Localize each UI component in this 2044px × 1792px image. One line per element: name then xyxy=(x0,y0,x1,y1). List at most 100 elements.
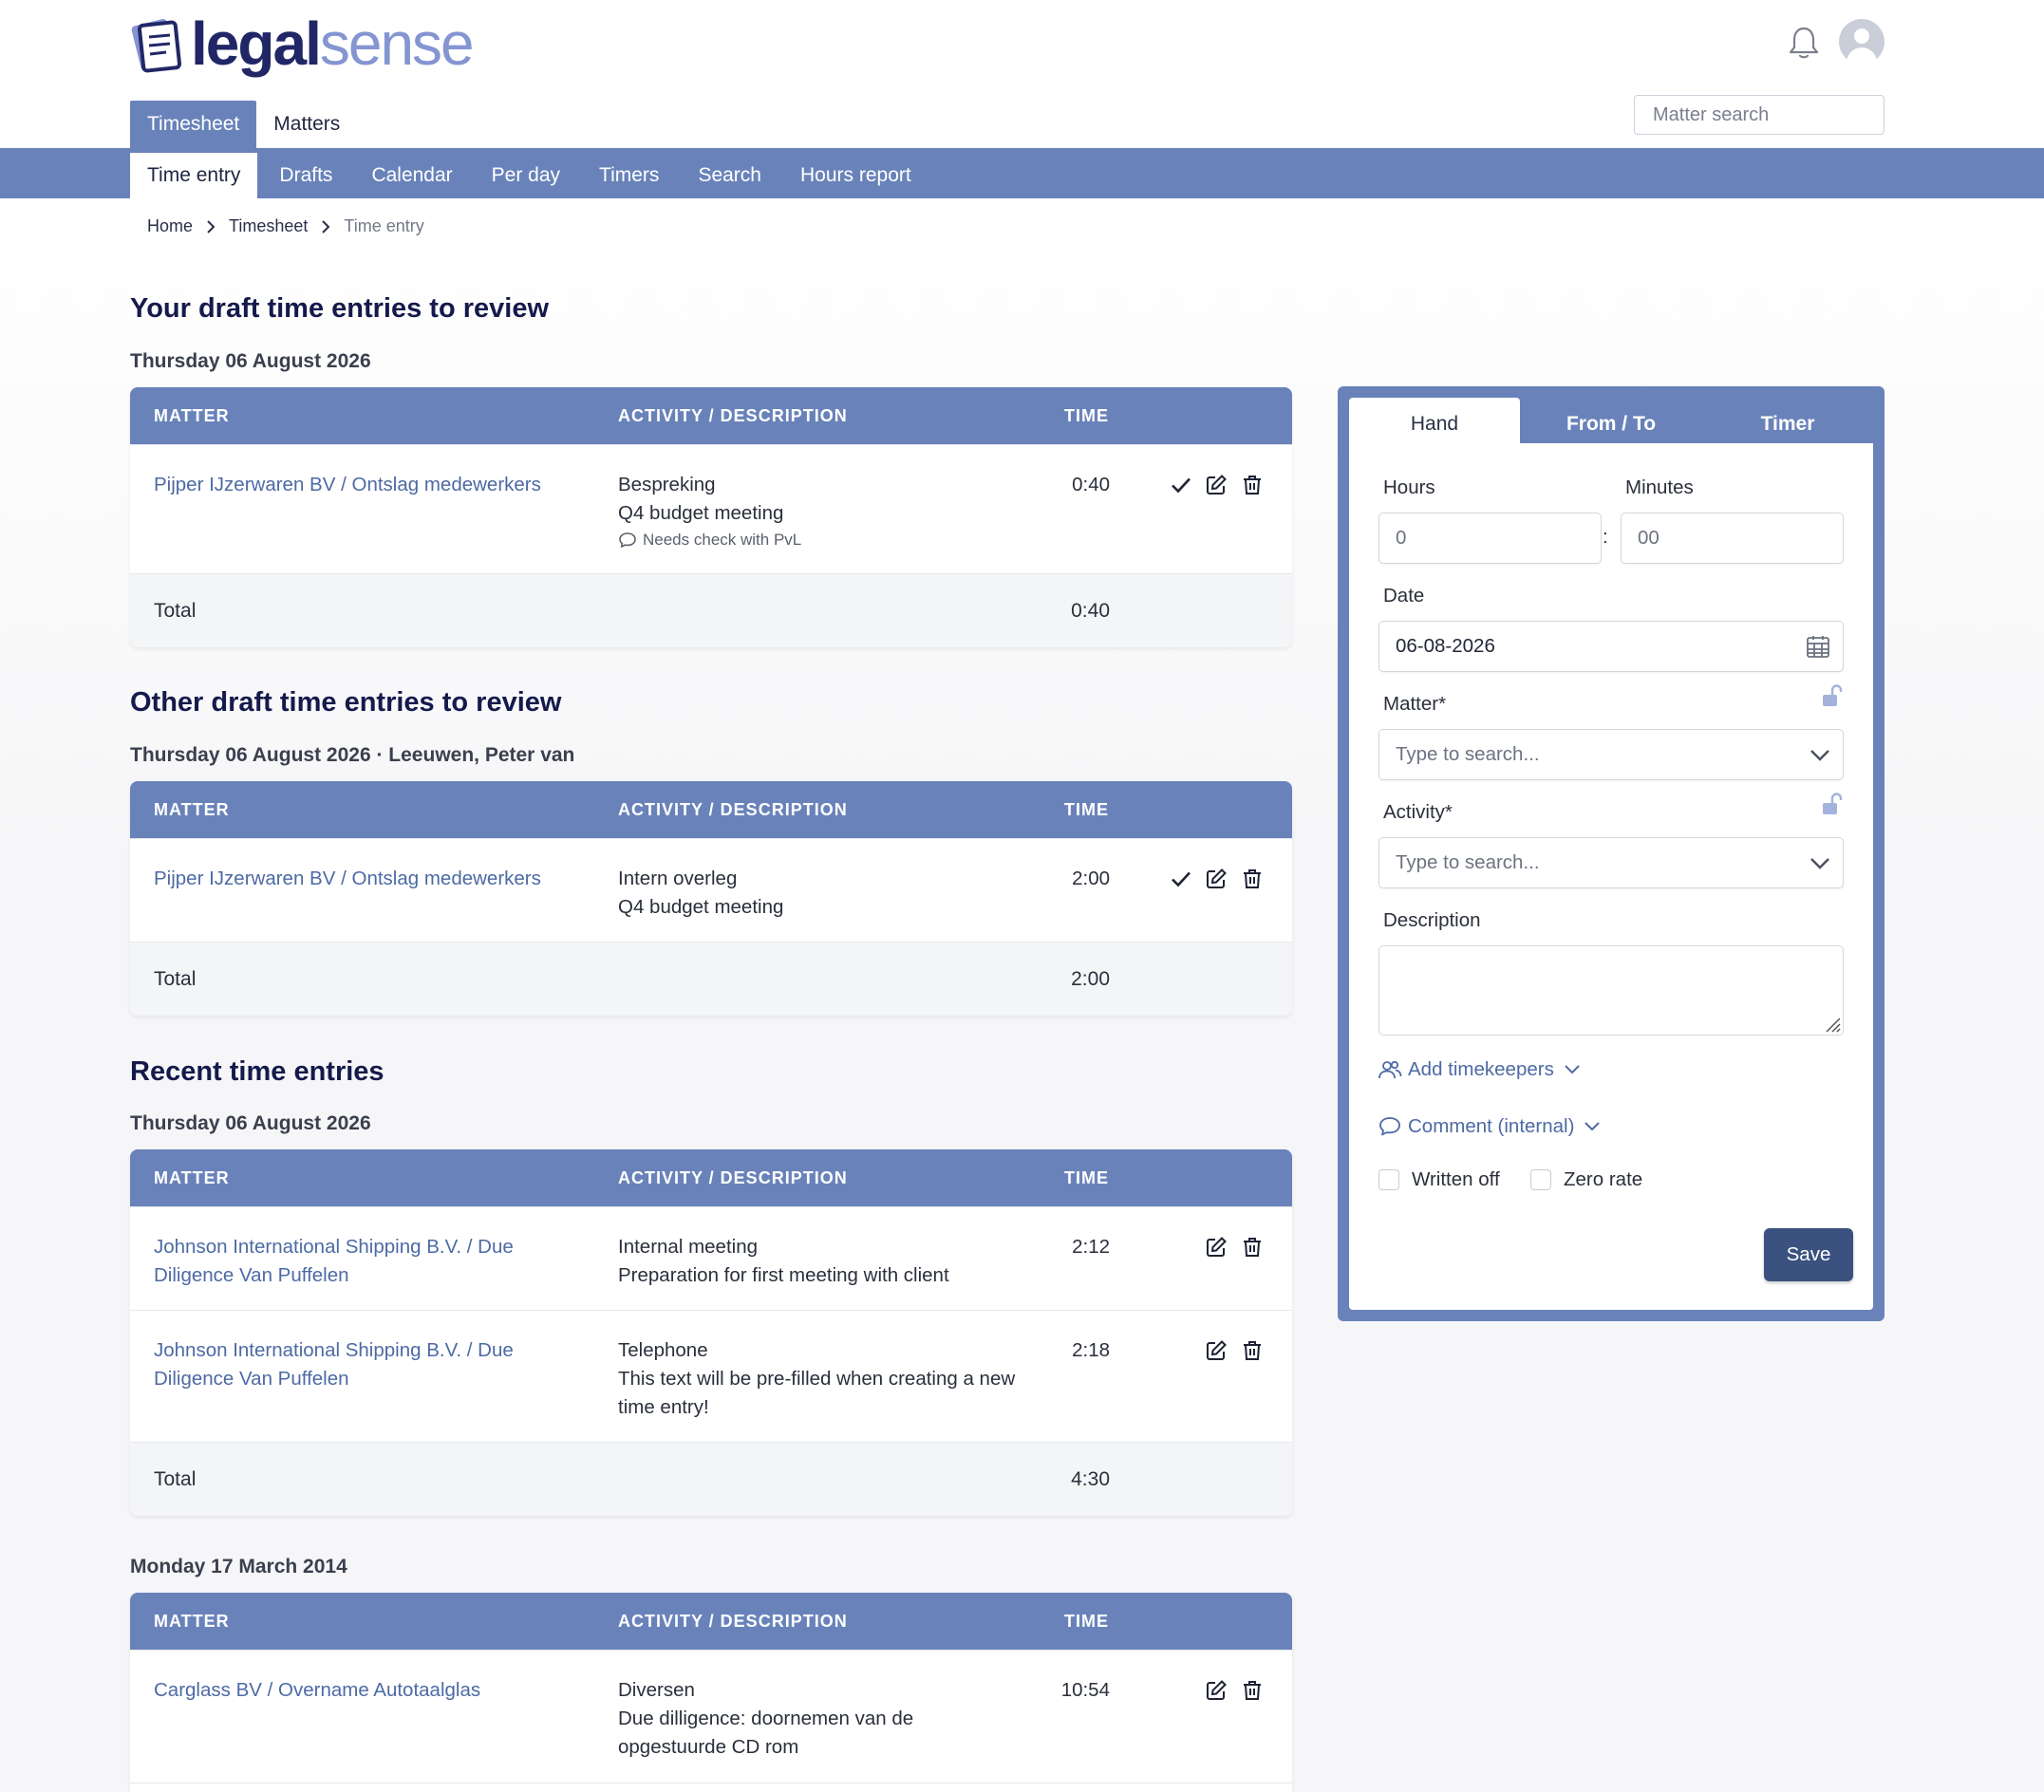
comment-internal-label: Comment (internal) xyxy=(1408,1115,1575,1137)
subnav-per-day[interactable]: Per day xyxy=(475,153,577,198)
matter-search-input[interactable] xyxy=(1634,95,1885,135)
row-activity: Intern overleg Q4 budget meeting xyxy=(618,865,1017,922)
tab-hand[interactable]: Hand xyxy=(1349,398,1520,450)
row-actions xyxy=(1170,1236,1265,1260)
matter-select[interactable] xyxy=(1378,729,1844,780)
edit-icon[interactable] xyxy=(1205,868,1228,890)
user-avatar[interactable] xyxy=(1839,19,1885,65)
written-off-checkbox[interactable] xyxy=(1378,1169,1399,1190)
zero-rate-option: Zero rate xyxy=(1530,1168,1642,1191)
edit-icon[interactable] xyxy=(1205,1339,1228,1362)
row-matter-link[interactable]: Pijper IJzerwaren BV / Ontslag medewerke… xyxy=(154,865,562,893)
description-textarea[interactable] xyxy=(1378,945,1844,1036)
comment-icon xyxy=(1379,1117,1400,1136)
edit-icon[interactable] xyxy=(1205,1236,1228,1259)
resize-grip-icon[interactable] xyxy=(1823,1015,1842,1034)
total-value: 4:30 xyxy=(1071,1468,1110,1490)
trash-icon[interactable] xyxy=(1241,1679,1264,1702)
subnav-search[interactable]: Search xyxy=(681,153,778,198)
table-total-row: Total 0:40 xyxy=(130,573,1292,647)
approve-check-icon[interactable] xyxy=(1170,868,1192,890)
row-matter-link[interactable]: Carglass BV / Overname Autotaalglas xyxy=(154,1676,562,1705)
bell-icon[interactable] xyxy=(1788,25,1820,61)
row-actions xyxy=(1170,868,1265,892)
trash-icon[interactable] xyxy=(1241,868,1264,890)
users-icon xyxy=(1378,1060,1402,1079)
row-activity-name: Internal meeting xyxy=(618,1236,759,1258)
row-comment: Needs check with PvL xyxy=(618,528,1017,552)
breadcrumb-home[interactable]: Home xyxy=(147,216,193,236)
subnav-timers[interactable]: Timers xyxy=(582,153,676,198)
tab-from-to[interactable]: From / To xyxy=(1526,398,1697,450)
save-button[interactable]: Save xyxy=(1764,1228,1853,1281)
unlock-icon[interactable] xyxy=(1822,684,1843,707)
row-activity: Telephone This text will be pre-filled w… xyxy=(618,1336,1017,1422)
col-matter: MATTER xyxy=(154,406,230,425)
legalsense-logo[interactable]: legalsense xyxy=(130,11,475,76)
total-label: Total xyxy=(154,1468,197,1490)
tab-timesheet[interactable]: Timesheet xyxy=(130,101,257,148)
col-matter: MATTER xyxy=(154,1168,230,1187)
your-drafts-date: Thursday 06 August 2026 xyxy=(130,350,371,372)
tab-timer[interactable]: Timer xyxy=(1702,398,1873,450)
written-off-option: Written off xyxy=(1378,1168,1500,1191)
total-value: 0:40 xyxy=(1071,600,1110,622)
subnav-time-entry[interactable]: Time entry xyxy=(130,153,258,198)
minutes-label: Minutes xyxy=(1625,476,1694,498)
avatar-head xyxy=(1854,28,1869,44)
sub-navigation: Time entry Drafts Calendar Per day Timer… xyxy=(0,148,2044,198)
chevron-right-icon xyxy=(322,219,330,233)
matter-label: Matter* xyxy=(1383,693,1447,715)
subnav-calendar[interactable]: Calendar xyxy=(354,153,469,198)
chevron-down-icon xyxy=(1585,1122,1601,1131)
trash-icon[interactable] xyxy=(1241,1339,1264,1362)
row-description: Due dilligence: doornemen van de opgestu… xyxy=(618,1708,914,1758)
row-matter-link[interactable]: Pijper IJzerwaren BV / Ontslag medewerke… xyxy=(154,471,562,499)
activity-select[interactable] xyxy=(1378,837,1844,888)
recent-date-1: Thursday 06 August 2026 xyxy=(130,1112,371,1134)
edit-icon[interactable] xyxy=(1205,474,1228,496)
avatar-torso xyxy=(1847,47,1877,65)
calendar-icon[interactable] xyxy=(1806,634,1830,659)
chevron-down-icon[interactable] xyxy=(1810,857,1830,870)
edit-icon[interactable] xyxy=(1205,1679,1228,1702)
row-activity-name: Bespreking xyxy=(618,474,716,495)
tab-matters[interactable]: Matters xyxy=(256,101,357,148)
zero-rate-checkbox[interactable] xyxy=(1530,1169,1551,1190)
col-matter: MATTER xyxy=(154,1612,230,1631)
subnav-drafts[interactable]: Drafts xyxy=(262,153,349,198)
zero-rate-label: Zero rate xyxy=(1564,1168,1643,1190)
date-input[interactable] xyxy=(1378,621,1844,672)
row-time: 2:18 xyxy=(1072,1339,1110,1361)
row-activity: Internal meeting Preparation for first m… xyxy=(618,1233,1017,1290)
row-actions xyxy=(1170,1339,1265,1364)
recent-table-1: MATTER ACTIVITY / DESCRIPTION TIME Johns… xyxy=(130,1149,1292,1516)
row-matter-link[interactable]: Johnson International Shipping B.V. / Du… xyxy=(154,1233,562,1290)
trash-icon[interactable] xyxy=(1241,474,1264,496)
chevron-down-icon xyxy=(1565,1065,1580,1074)
time-entry-form-panel: Hand From / To Timer Hours Minutes : Dat… xyxy=(1338,386,1885,1321)
hours-input[interactable] xyxy=(1378,513,1602,564)
comment-icon xyxy=(619,532,636,548)
trash-icon[interactable] xyxy=(1241,1236,1264,1259)
date-label: Date xyxy=(1383,585,1425,607)
row-time: 2:12 xyxy=(1072,1236,1110,1258)
comment-internal-link[interactable]: Comment (internal) xyxy=(1378,1115,1601,1138)
row-actions xyxy=(1170,1679,1265,1704)
row-matter-link[interactable]: Johnson International Shipping B.V. / Du… xyxy=(154,1336,562,1393)
approve-check-icon[interactable] xyxy=(1170,474,1192,496)
top-tabs: Timesheet Matters xyxy=(130,101,357,148)
unlock-icon[interactable] xyxy=(1822,793,1843,815)
add-timekeepers-link[interactable]: Add timekeepers xyxy=(1378,1058,1581,1081)
row-description: This text will be pre-filled when creati… xyxy=(618,1368,1016,1418)
table-row: Pijper IJzerwaren BV / Ontslag medewerke… xyxy=(130,838,1292,942)
table-row: Carglass BV / Overname Autotaalglas Dive… xyxy=(130,1650,1292,1783)
subnav-hours-report[interactable]: Hours report xyxy=(783,153,928,198)
col-matter: MATTER xyxy=(154,800,230,819)
time-colon: : xyxy=(1603,526,1608,548)
row-description: Preparation for first meeting with clien… xyxy=(618,1264,949,1286)
chevron-down-icon[interactable] xyxy=(1810,749,1830,762)
minutes-input[interactable] xyxy=(1621,513,1844,564)
breadcrumb-timesheet[interactable]: Timesheet xyxy=(229,216,308,236)
document-logo-icon xyxy=(131,18,182,73)
